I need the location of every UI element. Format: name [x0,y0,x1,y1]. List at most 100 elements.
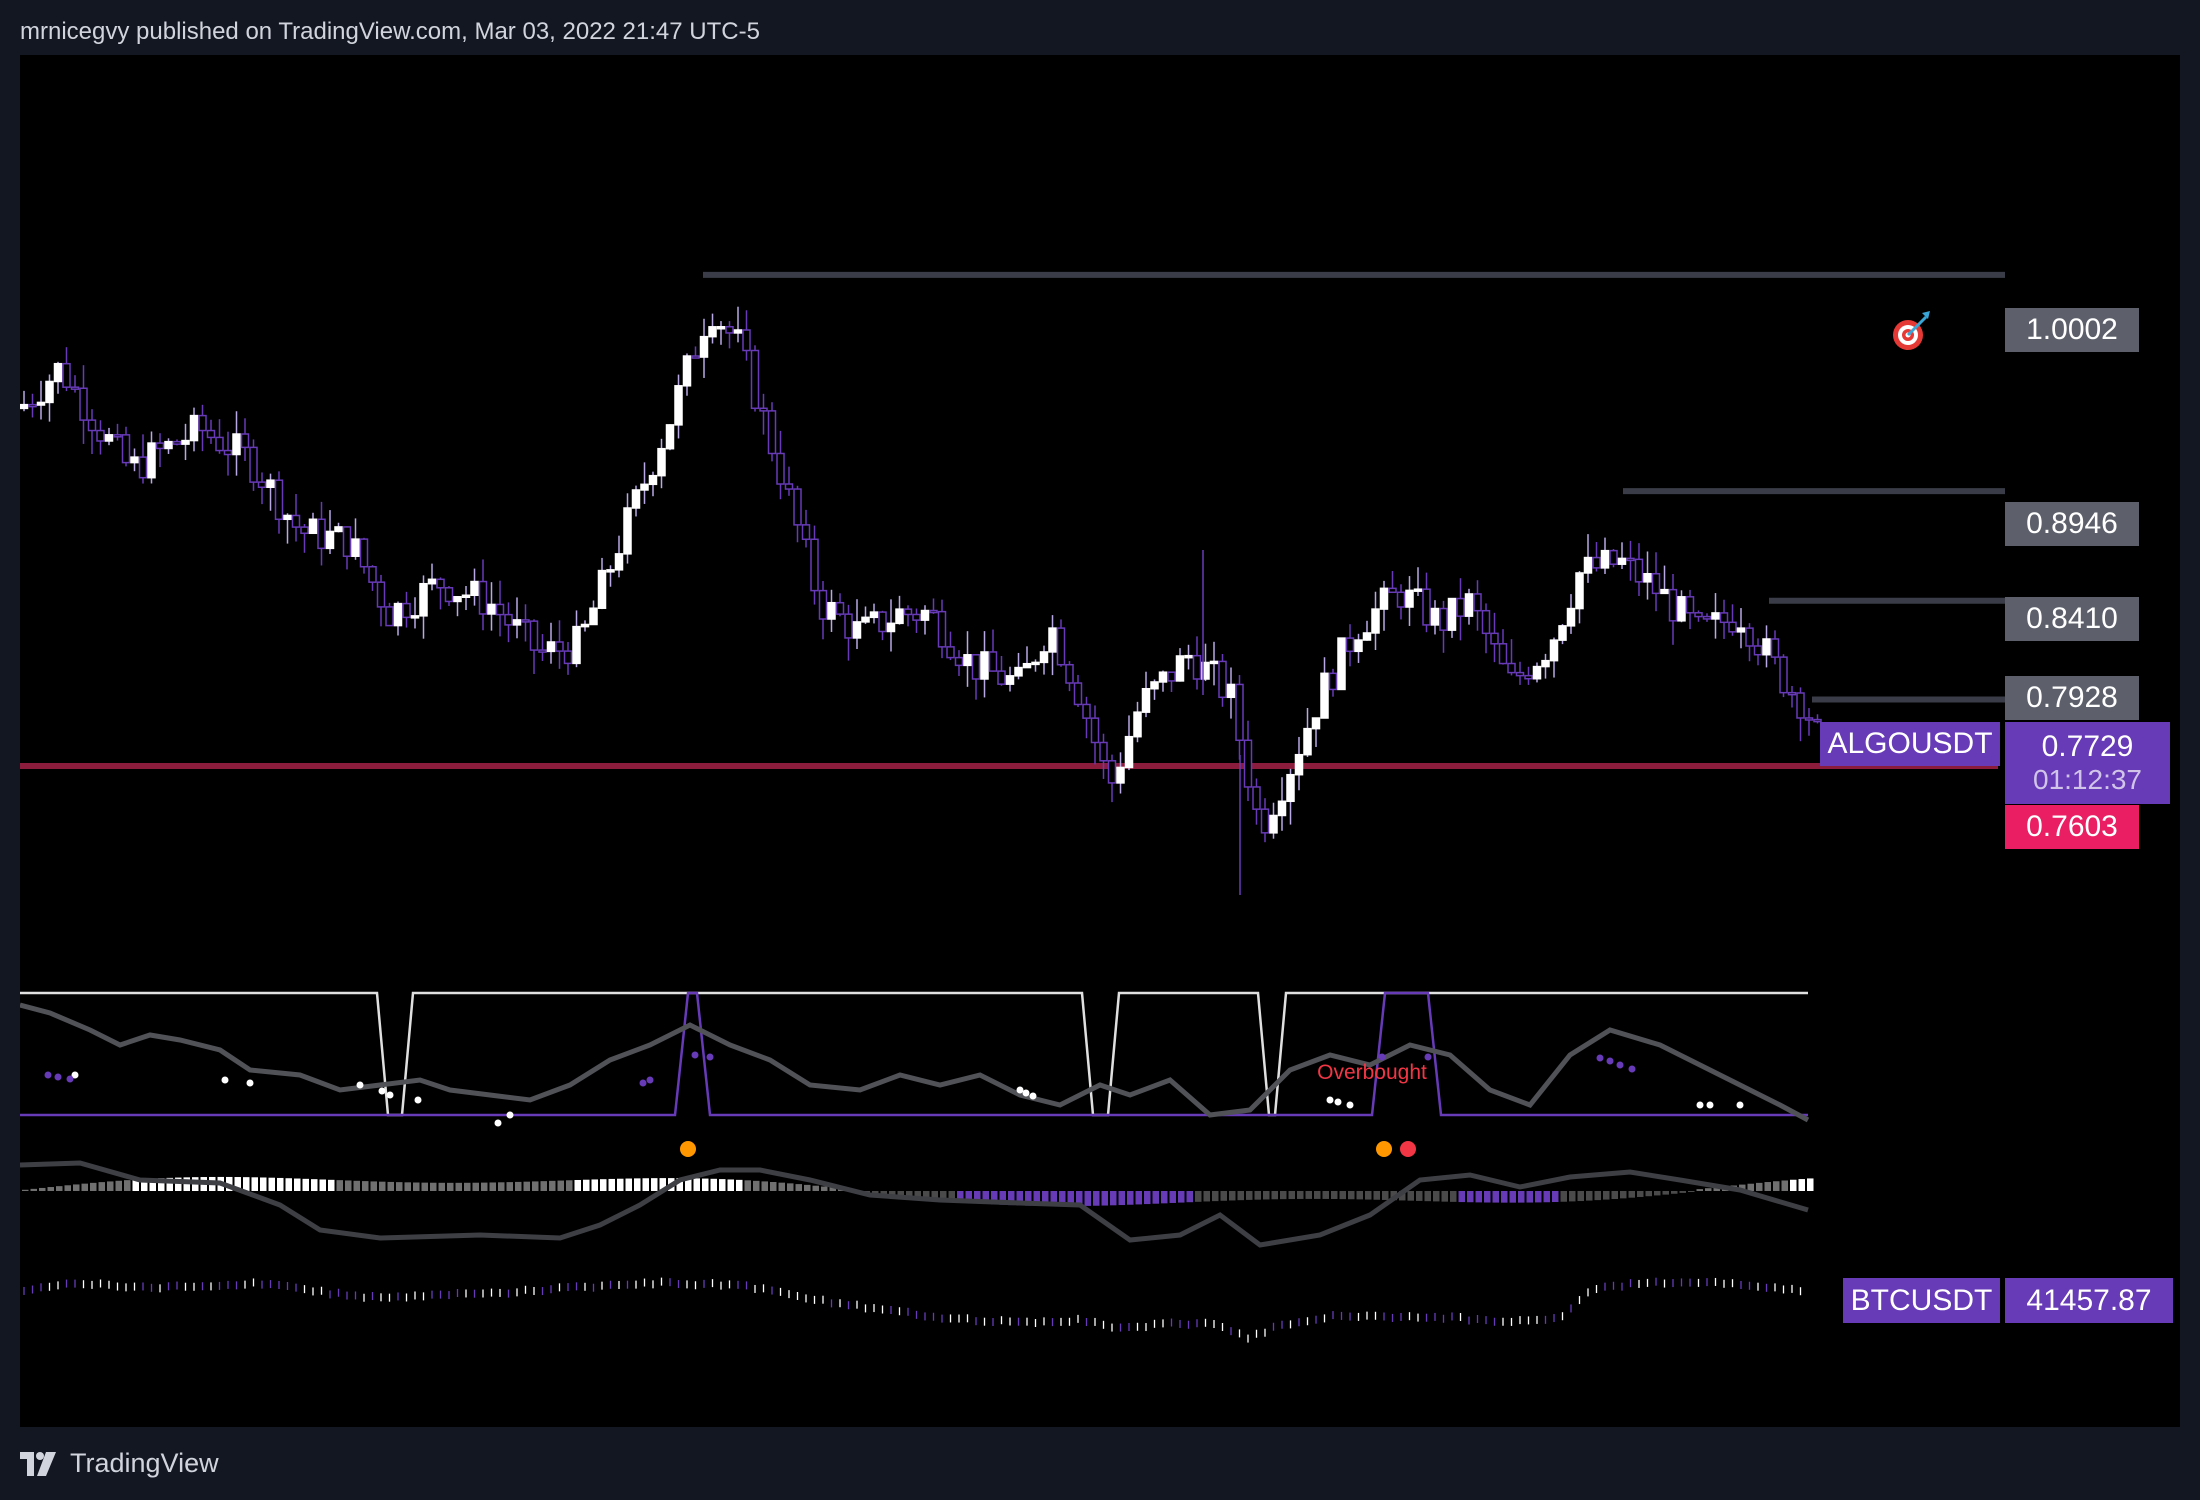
candle [1549,637,1559,678]
momentum-bar [1101,1191,1108,1206]
candle [487,582,496,631]
candle-body [138,456,148,479]
candle [589,600,598,626]
signal-dot [1424,1053,1432,1061]
candle-body [1158,671,1168,683]
candle-body [1141,687,1151,713]
candle-body [980,651,989,680]
candle-body [351,538,360,557]
target-icon[interactable] [1893,311,1930,350]
compare-price-tag[interactable]: 41457.87 [2005,1278,2173,1323]
momentum-bar [1288,1191,1295,1200]
momentum-bar [30,1188,37,1191]
candle-body [376,581,386,608]
compare-symbol-tag[interactable]: BTCUSDT [1843,1278,2000,1323]
candle-body [1031,661,1040,666]
candle-body [444,587,454,603]
candle [1558,624,1567,645]
momentum-bar [1620,1191,1627,1199]
candle [963,631,972,687]
momentum-bar [812,1185,819,1191]
candle [1762,625,1771,668]
candle [215,419,224,454]
candle [1124,715,1134,771]
candle-body [1583,556,1593,574]
candle-body [912,613,921,621]
momentum-bar [557,1180,564,1191]
symbol-name-tag[interactable]: ALGOUSDT [1820,722,2000,766]
candle [648,471,658,497]
candle [1643,551,1652,600]
candle-body [249,446,258,483]
symbol-price-tag[interactable]: 0.7729 01:12:37 [2005,722,2170,804]
candle [708,313,717,344]
candle-body [1549,639,1559,662]
candle [657,438,666,489]
level-tag-1[interactable]: 1.0002 [2005,308,2139,352]
candle-body [1532,665,1542,680]
candle-body [648,474,658,486]
momentum-bar [744,1180,751,1191]
candle [529,619,539,674]
candle [1150,679,1159,700]
support-price-tag[interactable]: 0.7603 [2005,805,2139,849]
candle-body [1260,808,1270,834]
candle [130,448,139,472]
momentum-bar [727,1179,734,1191]
candle [555,620,564,669]
candle [1787,686,1797,708]
candle [580,620,590,632]
candle [62,347,71,392]
candle [1235,675,1244,760]
oscillator-line [20,1002,1810,1123]
candle-body [1481,609,1491,635]
level-tag-4[interactable]: 0.7928 [2005,676,2139,720]
candle-body [36,401,46,406]
momentum-bar [1178,1191,1185,1203]
candle [1099,733,1108,779]
candle [1566,594,1576,634]
momentum-bar [302,1178,309,1191]
candle-body [1184,654,1193,659]
candle-body [1099,741,1108,762]
candle-body [1192,654,1202,680]
candle-body [954,656,964,667]
candle-body [597,569,607,609]
candle-body [1082,703,1091,719]
candle-body [1175,655,1185,682]
candle-body [1779,656,1788,694]
candle [1430,600,1440,635]
candle [1702,613,1712,622]
candle [784,466,794,496]
candle [300,524,309,553]
level-tag-3[interactable]: 0.8410 [2005,597,2139,641]
level-tag-2[interactable]: 0.8946 [2005,502,2139,546]
candle-body [1592,556,1601,569]
signal-dot [506,1111,514,1119]
momentum-bar [1611,1191,1618,1199]
momentum-bar [47,1187,54,1191]
candle-body [1226,683,1236,699]
momentum-bar [1807,1178,1814,1191]
candle [1804,708,1814,736]
candle [240,418,250,462]
candle [206,419,216,444]
candle-body [767,410,777,455]
candle [113,423,122,441]
momentum-bar [634,1178,641,1191]
momentum-bar [1518,1191,1525,1203]
candle [317,501,326,566]
candle [1439,600,1448,653]
candle [512,597,522,639]
candle [504,602,513,643]
candle-body [20,403,29,410]
candle [444,586,454,607]
candle-body [453,596,462,603]
candle [827,589,836,632]
momentum-bar [608,1178,615,1191]
momentum-bar [124,1180,131,1191]
signal-dot [1696,1101,1704,1109]
candle [325,510,335,554]
candle [249,439,258,491]
candle-body [1235,683,1244,742]
